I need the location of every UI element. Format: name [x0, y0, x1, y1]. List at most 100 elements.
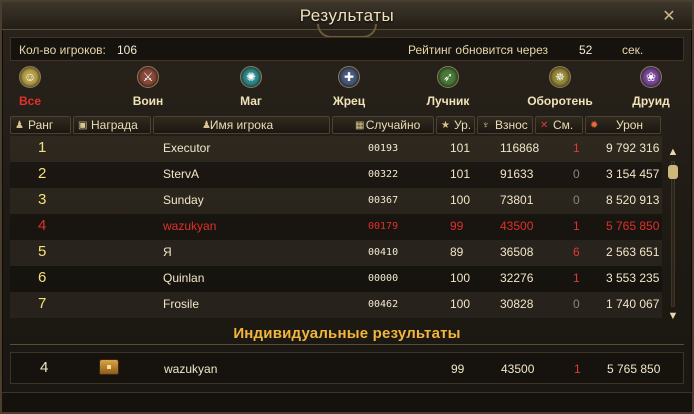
row-kills: 1 [573, 219, 580, 233]
treasure-chest-icon[interactable] [99, 359, 119, 375]
row-rank: 6 [38, 269, 47, 286]
row-score: 91633 [500, 167, 534, 181]
class-filter-priest[interactable]: ✚ Жрец [314, 66, 384, 108]
row-rank: 4 [38, 217, 47, 234]
class-filter-priest-label: Жрец [332, 94, 366, 108]
row-damage: 5 765 850 [606, 219, 660, 233]
trophy-icon: ♆ [482, 120, 490, 131]
archer-icon: ➶ [437, 66, 459, 88]
column-damage[interactable]: ✹ Урон [585, 116, 661, 134]
table-row[interactable]: 5 Я 00410 89 36508 6 2 563 651 [10, 240, 662, 266]
row-name: Quinlan [163, 271, 205, 285]
row-damage: 2 563 651 [606, 245, 660, 259]
rank-icon: ♟ [15, 120, 24, 131]
row-damage: 9 792 316 [606, 141, 660, 155]
scroll-down-icon[interactable]: ▼ [666, 309, 680, 323]
row-random: 00322 [368, 169, 399, 180]
column-level[interactable]: ★ Ур. [436, 116, 475, 134]
row-rank: 2 [38, 165, 47, 182]
row-level: 101 [450, 141, 471, 155]
row-name: Я [163, 245, 172, 259]
row-score: 32276 [500, 271, 534, 285]
row-random: 00179 [368, 221, 399, 232]
row-name: Frosile [163, 297, 200, 311]
table-row-current-player[interactable]: 4 wazukyan 00179 99 43500 1 5 765 850 [10, 214, 662, 240]
class-filter-werewolf[interactable]: ✵ Оборотень [525, 66, 595, 108]
refresh-value: 52 [579, 43, 593, 57]
row-name: StervA [163, 167, 200, 181]
row-score: 30828 [500, 297, 534, 311]
individual-kills: 1 [574, 362, 581, 376]
class-filter-archer-label: Лучник [426, 94, 470, 108]
class-filter-bar: ☺ Все ⚔ Воин ✺ Маг ✚ Жрец ➶ Лучник ✵ Обо… [2, 66, 692, 112]
mage-icon: ✺ [240, 66, 262, 88]
close-button[interactable]: ✕ [660, 8, 678, 26]
druid-icon: ❀ [640, 66, 662, 88]
row-random: 00000 [368, 273, 399, 284]
results-scrollbar[interactable]: ▲ ▼ [666, 145, 680, 329]
scroll-track[interactable] [671, 161, 675, 307]
individual-results-title: Индивидуальные результаты [233, 325, 461, 342]
row-kills: 0 [573, 193, 580, 207]
row-score: 36508 [500, 245, 534, 259]
column-random-label: Случайно [365, 118, 421, 132]
title-bar[interactable]: Результаты ✕ [2, 2, 692, 38]
class-filter-all[interactable]: ☺ Все [0, 66, 65, 108]
bottom-bar [2, 392, 692, 412]
column-name[interactable]: ♟ Имя игрока [153, 116, 330, 134]
burst-icon: ✹ [590, 120, 599, 131]
row-score: 116868 [500, 141, 540, 155]
row-random: 00462 [368, 299, 399, 310]
row-kills: 0 [573, 297, 580, 311]
table-row[interactable]: 3 Sunday 00367 100 73801 0 8 520 913 [10, 188, 662, 214]
individual-rank: 4 [40, 359, 49, 376]
row-random: 00410 [368, 247, 399, 258]
column-rank[interactable]: ♟ Ранг [10, 116, 71, 134]
players-count-value: 106 [117, 43, 138, 57]
window-title: Результаты [299, 6, 395, 25]
column-random[interactable]: ▦ Случайно [332, 116, 434, 134]
row-score: 73801 [500, 193, 534, 207]
row-kills: 1 [573, 141, 580, 155]
scroll-up-icon[interactable]: ▲ [666, 145, 680, 159]
results-list: 1 Executor 00193 101 116868 1 9 792 316 … [10, 136, 662, 324]
title-ornament [317, 24, 377, 38]
row-kills: 1 [573, 271, 580, 285]
class-filter-warrior[interactable]: ⚔ Воин [113, 66, 183, 108]
row-level: 100 [450, 193, 471, 207]
class-filter-warrior-label: Воин [132, 94, 164, 108]
row-damage: 1 740 067 [606, 297, 660, 311]
refresh-label: Рейтинг обновится через [408, 43, 549, 57]
class-filter-archer[interactable]: ➶ Лучник [413, 66, 483, 108]
class-filter-werewolf-label: Оборотень [527, 94, 593, 108]
row-damage: 3 154 457 [606, 167, 660, 181]
individual-level: 99 [451, 362, 465, 376]
refresh-unit: сек. [622, 43, 644, 57]
individual-damage: 5 765 850 [607, 362, 661, 376]
table-row[interactable]: 2 StervA 00322 101 91633 0 3 154 457 [10, 162, 662, 188]
row-kills: 6 [573, 245, 580, 259]
class-filter-druid[interactable]: ❀ Друид [616, 66, 686, 108]
table-row[interactable]: 1 Executor 00193 101 116868 1 9 792 316 [10, 136, 662, 162]
table-row[interactable]: 6 Quinlan 00000 100 32276 1 3 553 235 [10, 266, 662, 292]
priest-icon: ✚ [338, 66, 360, 88]
column-damage-label: Урон [616, 118, 644, 132]
star-icon: ★ [441, 120, 450, 131]
row-level: 89 [450, 245, 464, 259]
class-filter-mage[interactable]: ✺ Маг [216, 66, 286, 108]
row-random: 00367 [368, 195, 399, 206]
row-kills: 0 [573, 167, 580, 181]
class-filter-druid-label: Друид [632, 94, 670, 108]
divider [10, 344, 684, 345]
column-kills[interactable]: ✕ См. [535, 116, 583, 134]
reward-icon: ▣ [78, 120, 88, 131]
column-name-label: Имя игрока [209, 118, 274, 132]
warrior-icon: ⚔ [137, 66, 159, 88]
scroll-thumb[interactable] [668, 165, 678, 179]
row-rank: 3 [38, 191, 47, 208]
column-reward[interactable]: ▣ Награда [73, 116, 151, 134]
table-row[interactable]: 7 Frosile 00462 100 30828 0 1 740 067 [10, 292, 662, 318]
row-random: 00193 [368, 143, 399, 154]
column-score[interactable]: ♆ Взнос [477, 116, 533, 134]
row-rank: 7 [38, 295, 47, 312]
